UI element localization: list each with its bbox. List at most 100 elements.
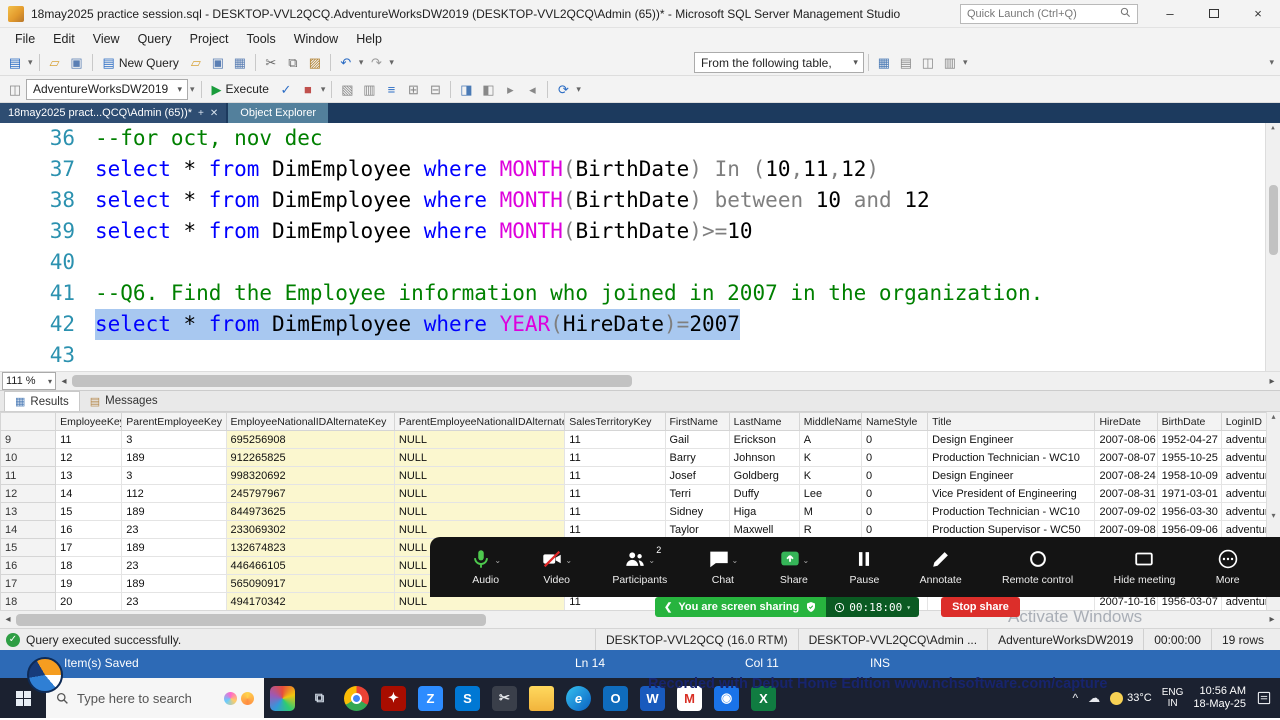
menu-query[interactable]: Query bbox=[129, 30, 181, 48]
share-timer[interactable]: 00:18:00 ▾ bbox=[826, 597, 920, 617]
chevron-down-icon[interactable]: ⌄ bbox=[565, 556, 572, 565]
editor-vertical-scrollbar[interactable]: ▴ bbox=[1265, 123, 1280, 371]
grid-cell[interactable]: 2007-08-24 bbox=[1094, 466, 1158, 485]
grid-cell[interactable]: Vice President of Engineering bbox=[927, 484, 1096, 503]
grid-cell[interactable]: 11 bbox=[564, 484, 666, 503]
column-header[interactable]: ParentEmployeeKey bbox=[121, 412, 227, 431]
menu-edit[interactable]: Edit bbox=[44, 30, 84, 48]
intellisense-icon[interactable]: ≡ bbox=[380, 78, 402, 100]
grid-cell[interactable]: 2007-08-31 bbox=[1094, 484, 1158, 503]
taskbar-search-input[interactable]: Type here to search bbox=[46, 678, 264, 718]
grid-cell[interactable]: Production Technician - WC10 bbox=[927, 502, 1096, 521]
grid-cell[interactable]: NULL bbox=[393, 502, 566, 521]
grid-cell[interactable]: 23 bbox=[121, 520, 227, 539]
grid-cell[interactable]: K bbox=[798, 448, 862, 467]
grid-cell[interactable]: Gail bbox=[664, 430, 730, 449]
save-all-icon[interactable]: ▦ bbox=[229, 52, 251, 74]
grid-cell[interactable]: Josef bbox=[664, 466, 730, 485]
excel-icon[interactable]: X bbox=[745, 678, 782, 718]
scrollbar-thumb[interactable] bbox=[72, 375, 632, 387]
indent-icon[interactable]: ▸ bbox=[499, 78, 521, 100]
scroll-right-icon[interactable]: ▸ bbox=[1264, 376, 1280, 387]
grid-cell[interactable]: 844973625 bbox=[225, 502, 395, 521]
grid-cell[interactable]: R bbox=[798, 520, 862, 539]
parse-icon[interactable]: ✓ bbox=[275, 78, 297, 100]
grid-cell[interactable]: NULL bbox=[393, 448, 566, 467]
row-header[interactable]: 9 bbox=[0, 430, 57, 449]
grid-cell[interactable]: 0 bbox=[860, 520, 929, 539]
row-header[interactable]: 17 bbox=[0, 574, 57, 593]
notification-center-icon[interactable] bbox=[1256, 690, 1272, 706]
grid-cell[interactable]: 112 bbox=[121, 484, 227, 503]
row-header[interactable]: 16 bbox=[0, 556, 57, 575]
chevron-down-icon[interactable]: ⌄ bbox=[732, 556, 739, 565]
outdent-icon[interactable]: ◂ bbox=[521, 78, 543, 100]
grid-cell[interactable]: 11 bbox=[55, 430, 123, 449]
grid-cell[interactable]: 15 bbox=[55, 502, 123, 521]
grid-cell[interactable]: 565090917 bbox=[225, 574, 395, 593]
results-pane-icon[interactable]: ◨ bbox=[455, 78, 477, 100]
redo-icon[interactable]: ↷ bbox=[365, 52, 387, 74]
results-grid-icon[interactable]: ▦ bbox=[873, 52, 895, 74]
column-header[interactable]: MiddleName bbox=[798, 412, 862, 431]
minimize-button[interactable]: – bbox=[1148, 0, 1192, 27]
dropdown-chevron-icon[interactable]: ▾ bbox=[188, 84, 197, 95]
zoom-control-video[interactable]: ⌄ Video bbox=[541, 548, 572, 586]
word-icon[interactable]: W bbox=[634, 678, 671, 718]
menu-window[interactable]: Window bbox=[285, 30, 347, 48]
column-header[interactable]: EmployeeNationalIDAlternateKey bbox=[225, 412, 395, 431]
task-view-icon[interactable]: ⧉ bbox=[301, 678, 338, 718]
row-header[interactable]: 13 bbox=[0, 502, 57, 521]
grid-cell[interactable]: 2007-08-06 bbox=[1094, 430, 1158, 449]
meet-camera-icon[interactable]: ◉ bbox=[708, 678, 745, 718]
query-designer-icon[interactable]: ◫ bbox=[917, 52, 939, 74]
database-icon[interactable]: ◫ bbox=[4, 78, 26, 100]
grid-cell[interactable]: Higa bbox=[728, 502, 800, 521]
language-indicator[interactable]: ENG IN bbox=[1162, 687, 1184, 709]
edge-icon[interactable]: e bbox=[560, 678, 597, 718]
quick-launch-input[interactable]: Quick Launch (Ctrl+Q) bbox=[960, 3, 1138, 24]
messages-pane-icon[interactable]: ◧ bbox=[477, 78, 499, 100]
close-tab-icon[interactable]: ✕ bbox=[210, 108, 218, 119]
dropdown-chevron-icon[interactable]: ▾ bbox=[319, 84, 328, 95]
undo-icon[interactable]: ↶ bbox=[335, 52, 357, 74]
menu-help[interactable]: Help bbox=[347, 30, 391, 48]
onedrive-tray-icon[interactable]: ☁ bbox=[1088, 691, 1100, 705]
dropdown-chevron-icon[interactable]: ▾ bbox=[961, 57, 970, 68]
zoom-icon[interactable]: Z bbox=[412, 678, 449, 718]
grid-cell[interactable]: 11 bbox=[564, 502, 666, 521]
column-header[interactable]: NameStyle bbox=[860, 412, 929, 431]
comment-icon[interactable]: ⊟ bbox=[424, 78, 446, 100]
zoom-control-annotate[interactable]: Annotate bbox=[920, 548, 962, 586]
grid-cell[interactable]: 245797967 bbox=[225, 484, 395, 503]
grid-cell[interactable]: K bbox=[798, 466, 862, 485]
grid-cell[interactable]: Barry bbox=[664, 448, 730, 467]
column-header[interactable]: Title bbox=[927, 412, 1096, 431]
grid-cell[interactable]: 1958-10-09 bbox=[1156, 466, 1222, 485]
zoom-control-hide-meeting[interactable]: Hide meeting bbox=[1114, 548, 1175, 586]
grid-cell[interactable]: M bbox=[798, 502, 862, 521]
grid-cell[interactable]: 233069302 bbox=[225, 520, 395, 539]
dropdown-chevron-icon[interactable]: ▾ bbox=[26, 57, 35, 68]
grid-cell[interactable]: Lee bbox=[798, 484, 862, 503]
grid-cell[interactable]: 132674823 bbox=[225, 538, 395, 557]
grid-cell[interactable]: 11 bbox=[564, 520, 666, 539]
dropdown-chevron-icon[interactable]: ▾ bbox=[574, 84, 583, 95]
column-header[interactable]: SalesTerritoryKey bbox=[564, 412, 666, 431]
grid-cell[interactable]: 189 bbox=[121, 502, 227, 521]
stop-share-button[interactable]: Stop share bbox=[941, 597, 1020, 617]
grid-cell[interactable]: 2007-08-07 bbox=[1094, 448, 1158, 467]
grid-cell[interactable]: 0 bbox=[860, 430, 929, 449]
menu-project[interactable]: Project bbox=[181, 30, 238, 48]
scroll-right-icon[interactable]: ▸ bbox=[1264, 614, 1280, 625]
grid-cell[interactable]: 0 bbox=[860, 502, 929, 521]
scroll-left-icon[interactable]: ◂ bbox=[56, 376, 72, 387]
zoom-control-participants[interactable]: ⌄ 2 Participants bbox=[612, 545, 667, 586]
grid-cell[interactable]: Johnson bbox=[728, 448, 800, 467]
zoom-control-pause[interactable]: Pause bbox=[850, 548, 879, 586]
row-header[interactable]: 11 bbox=[0, 466, 57, 485]
editor-zoom-select[interactable]: 111 % ▾ bbox=[2, 372, 56, 390]
grid-cell[interactable]: NULL bbox=[393, 466, 566, 485]
copy-icon[interactable]: ⧉ bbox=[282, 52, 304, 74]
cut-icon[interactable]: ✂ bbox=[260, 52, 282, 74]
